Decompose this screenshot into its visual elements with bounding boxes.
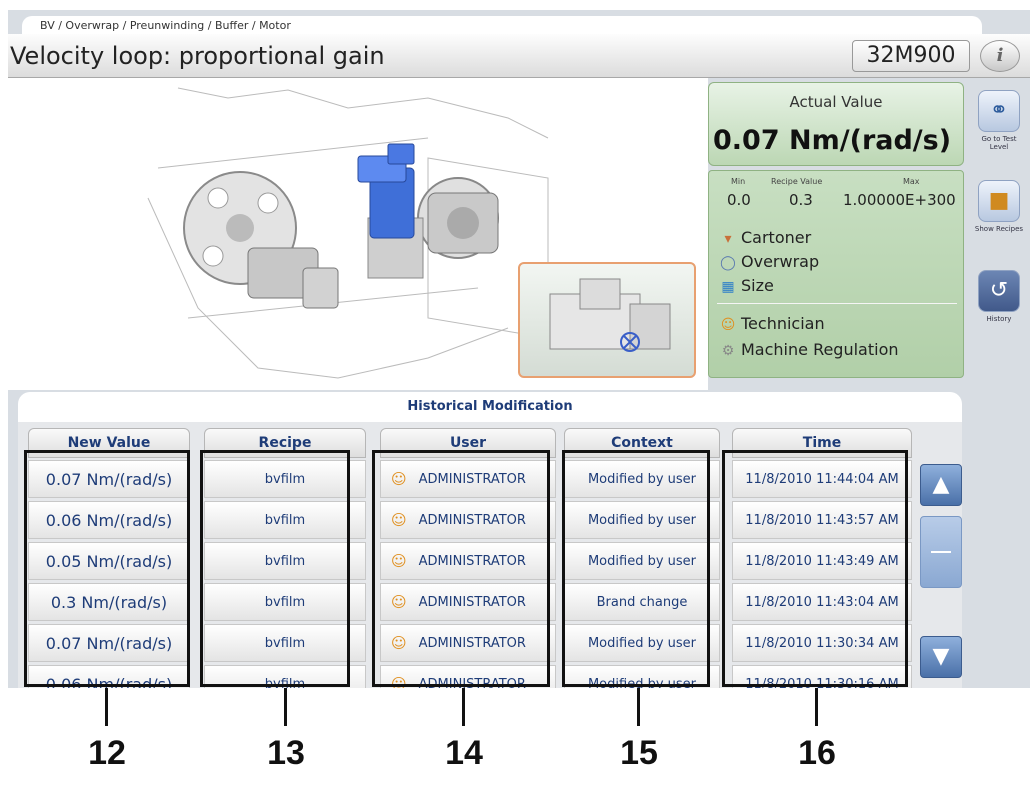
right-sidebar: ⚭ Go to Test Level ■ Show Recipes ↺ Hist…	[974, 82, 1024, 382]
callout-box-time	[722, 450, 908, 687]
callout-box-recipe	[200, 450, 350, 687]
cartoner-icon: ▾	[724, 231, 732, 247]
callout-line	[462, 688, 465, 726]
right-wheel	[417, 177, 499, 259]
tag-label: Overwrap	[741, 252, 820, 271]
callout-number: 15	[620, 734, 658, 772]
tag-technician: ☺ Technician	[719, 313, 825, 335]
mini-machine-drawing	[549, 278, 671, 352]
actual-value-panel: Actual Value 0.07 Nm/(rad/s)	[708, 82, 964, 166]
tag-label: Size	[741, 276, 774, 295]
callout-box-context	[562, 450, 710, 687]
parameter-details-panel: Min Recipe Value Max 0.0 0.3 1.00000E+30…	[708, 170, 964, 378]
tag-cartoner: ▾ Cartoner	[719, 227, 811, 249]
min-value: 0.0	[727, 191, 751, 209]
max-value: 1.00000E+300	[843, 191, 956, 209]
blue-motor	[357, 143, 424, 279]
overview-thumbnail[interactable]	[518, 262, 696, 378]
recipe-value: 0.3	[789, 191, 813, 209]
callout-box-new-value	[24, 450, 190, 687]
history-button[interactable]: ↺ History	[974, 270, 1024, 323]
callout-line	[637, 688, 640, 726]
tag-label: Machine Regulation	[741, 340, 899, 359]
machine-illustration	[8, 78, 708, 390]
callout-line	[105, 688, 108, 726]
sidebar-label: Go to Test Level	[981, 135, 1017, 151]
callout-number: 13	[267, 734, 305, 772]
stethoscope-icon: ⚭	[978, 90, 1020, 132]
go-to-test-level-button[interactable]: ⚭ Go to Test Level	[974, 90, 1024, 151]
callout-number: 12	[88, 734, 126, 772]
scroll-down-button[interactable]: ▼	[920, 636, 962, 678]
tag-label: Technician	[741, 314, 825, 333]
callout-box-user	[372, 450, 550, 687]
size-icon: ▦	[721, 279, 735, 295]
scroll-up-button[interactable]: ▲	[920, 464, 962, 506]
callout-line	[284, 688, 287, 726]
left-wheel	[183, 171, 339, 309]
breadcrumb: BV / Overwrap / Preunwinding / Buffer / …	[22, 16, 982, 34]
show-recipes-button[interactable]: ■ Show Recipes	[974, 180, 1024, 233]
machine-regulation-icon: ⚙	[721, 343, 735, 359]
info-icon[interactable]: i	[980, 40, 1020, 72]
actual-value-label: Actual Value	[789, 93, 883, 111]
title-bar: Velocity loop: proportional gain 32M900 …	[8, 34, 1030, 78]
min-label: Min	[731, 177, 746, 186]
tag-overwrap: ◯ Overwrap	[719, 251, 819, 273]
page-title: Velocity loop: proportional gain	[10, 42, 385, 70]
divider	[717, 303, 957, 304]
history-scroll-icon: ↺	[978, 270, 1020, 312]
sidebar-label: History	[986, 315, 1012, 323]
callout-line	[815, 688, 818, 726]
sidebar-label: Show Recipes	[974, 225, 1024, 233]
parameter-code: 32M900	[852, 40, 970, 72]
technician-icon: ☺	[720, 317, 736, 333]
historical-modification-title: Historical Modification	[18, 392, 962, 422]
max-label: Max	[903, 177, 920, 186]
actual-value: 0.07 Nm/(rad/s)	[713, 125, 952, 156]
tag-label: Cartoner	[741, 228, 812, 247]
callout-number: 14	[445, 734, 483, 772]
recipe-book-icon: ■	[978, 180, 1020, 222]
recipe-value-label: Recipe Value	[771, 177, 823, 186]
callout-number: 16	[798, 734, 836, 772]
tag-machine-regulation: ⚙ Machine Regulation	[719, 339, 899, 361]
scroll-thumb[interactable]	[920, 516, 962, 588]
tag-size: ▦ Size	[719, 275, 774, 297]
overwrap-icon: ◯	[720, 255, 736, 271]
